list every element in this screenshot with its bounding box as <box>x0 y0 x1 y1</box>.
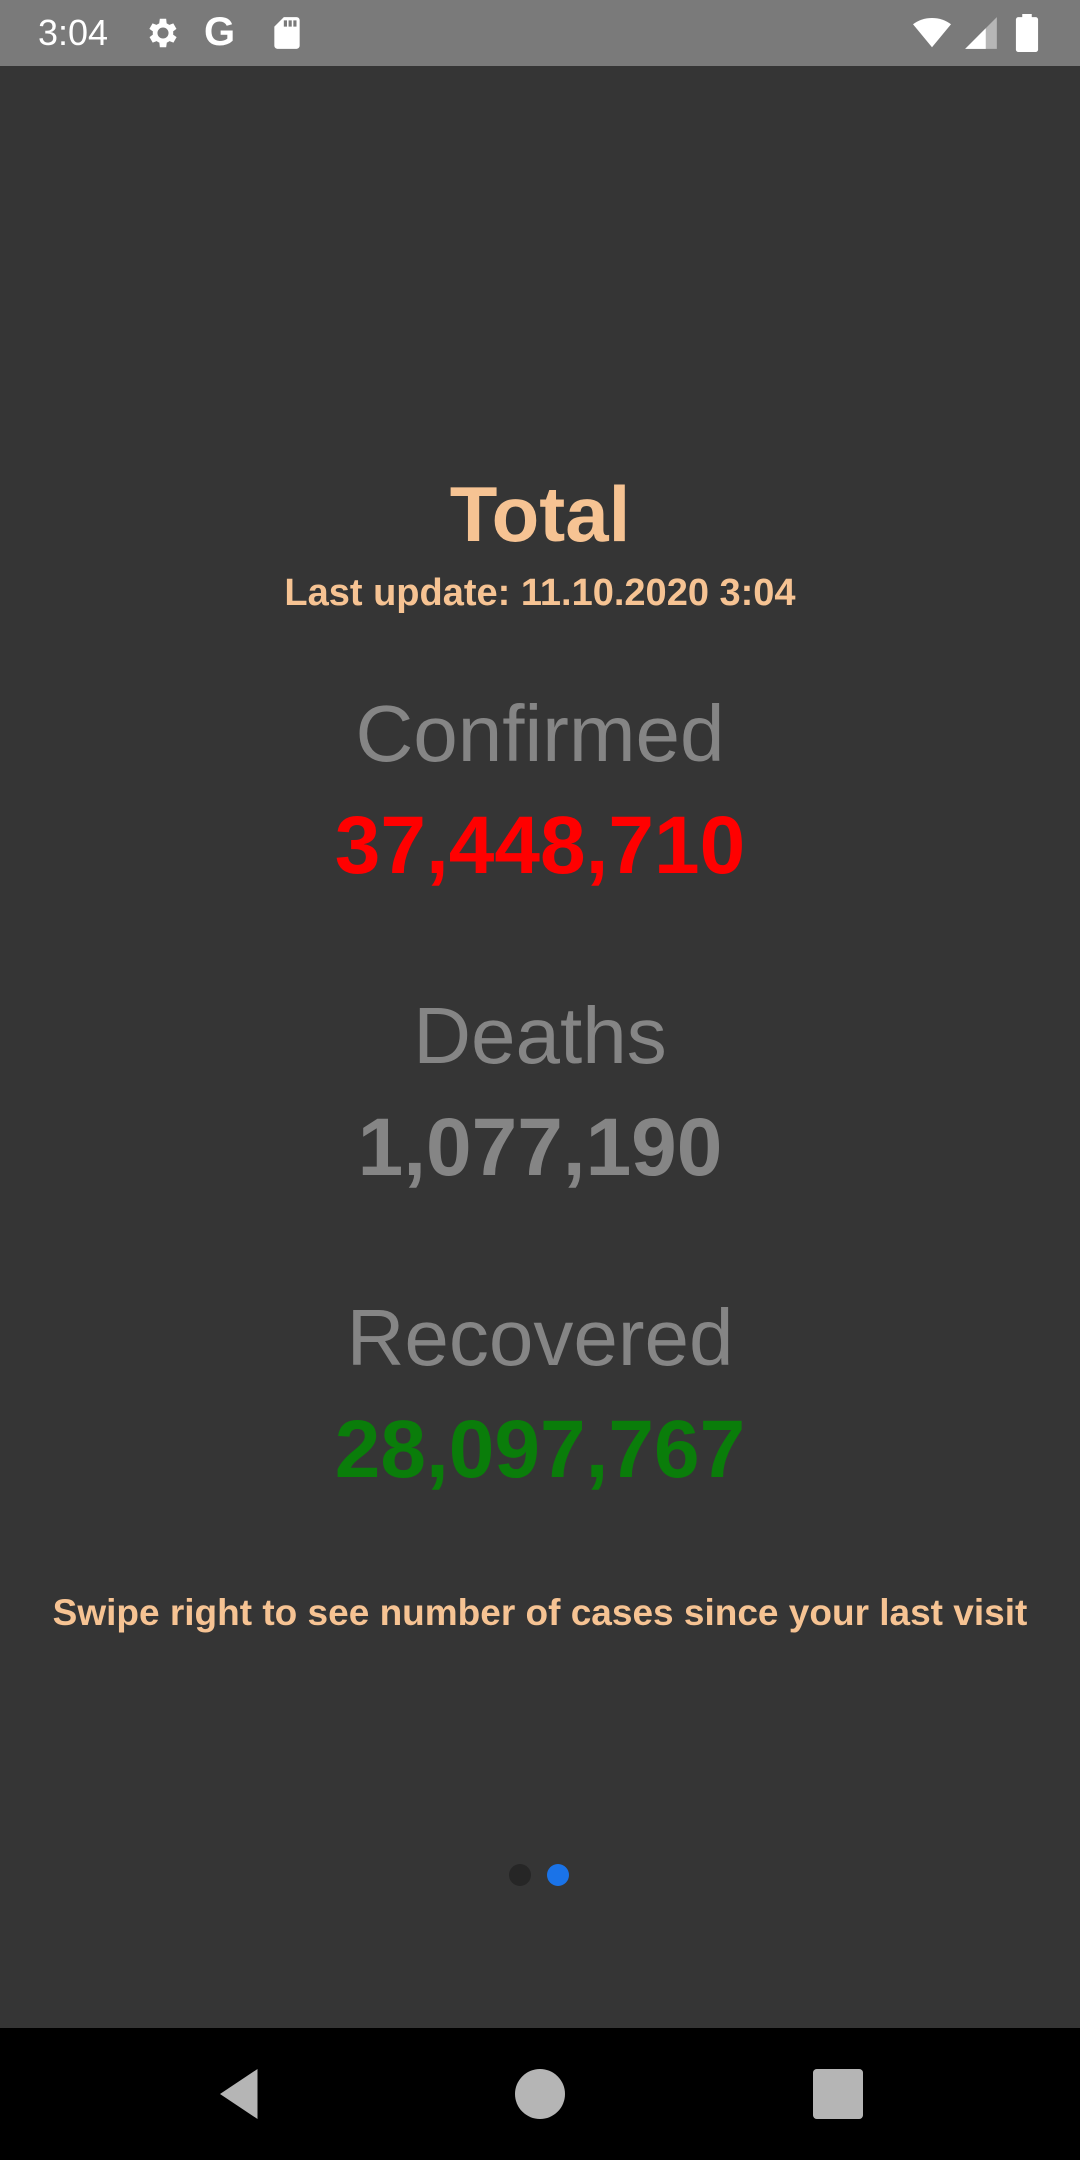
wifi-icon <box>910 14 954 52</box>
back-icon[interactable] <box>210 2064 270 2124</box>
gear-icon <box>144 14 182 52</box>
recents-icon[interactable] <box>808 2064 868 2124</box>
google-icon: G <box>204 10 236 54</box>
status-time: 3:04 <box>38 12 109 53</box>
page-dot-1[interactable] <box>509 1864 531 1886</box>
stats-page[interactable]: Total Last update: 11.10.2020 3:04 Confi… <box>0 66 1080 2028</box>
confirmed-value: 37,448,710 <box>334 800 746 891</box>
recovered-label: Recovered <box>346 1293 734 1382</box>
sd-card-icon <box>268 14 306 52</box>
page-dot-2[interactable] <box>547 1864 569 1886</box>
swipe-hint: Swipe right to see number of cases since… <box>52 1592 1028 1633</box>
page-indicator <box>0 1864 1080 1888</box>
deaths-value: 1,077,190 <box>357 1102 723 1193</box>
app-screen: 3:04 G Total Last update: 11.10.2020 3:0… <box>0 0 1080 2160</box>
home-icon[interactable] <box>510 2064 570 2124</box>
page-title: Total <box>449 470 631 558</box>
status-bar: 3:04 G <box>0 0 1080 66</box>
recovered-value: 28,097,767 <box>334 1404 746 1495</box>
deaths-label: Deaths <box>413 991 667 1080</box>
battery-icon <box>1012 14 1042 52</box>
last-update-text: Last update: 11.10.2020 3:04 <box>284 572 796 614</box>
cell-signal-icon <box>962 14 1000 52</box>
navigation-bar <box>0 2028 1080 2160</box>
confirmed-label: Confirmed <box>355 689 725 778</box>
